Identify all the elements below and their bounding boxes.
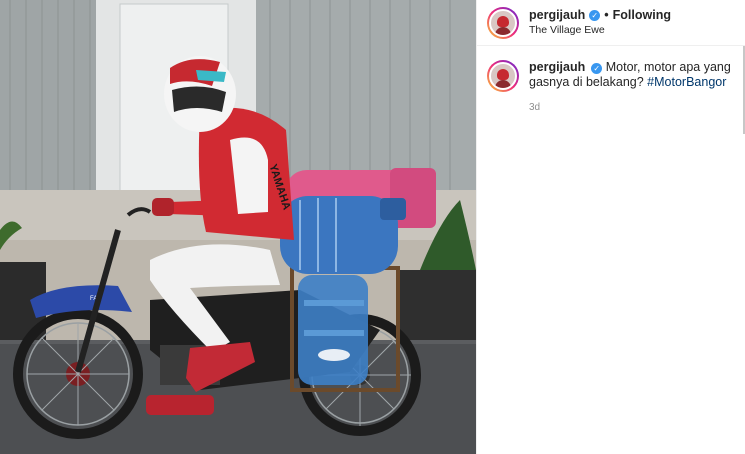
caption-body: pergijauh ✓ Motor, motor apa yang gasnya … xyxy=(519,60,739,134)
post-time[interactable]: 3d xyxy=(529,102,739,113)
caption-avatar[interactable] xyxy=(487,60,519,92)
location-link[interactable]: The Village Ewe xyxy=(529,23,671,38)
caption-verified-icon: ✓ xyxy=(591,63,603,74)
photo-illustration: FAN xyxy=(0,0,476,454)
separator-dot: • xyxy=(604,7,609,22)
post-header: pergijauh ✓ • Following The Village Ewe xyxy=(477,0,745,46)
verified-badge-icon: ✓ xyxy=(589,9,601,21)
caption-username[interactable]: pergijauh xyxy=(529,60,585,74)
avatar[interactable] xyxy=(487,6,519,39)
avatar-image xyxy=(489,8,517,37)
header-row: pergijauh ✓ • Following xyxy=(529,8,671,23)
header-text: pergijauh ✓ • Following The Village Ewe xyxy=(529,8,671,38)
username-link[interactable]: pergijauh xyxy=(529,8,585,23)
post-photo[interactable]: FAN xyxy=(0,0,476,454)
caption-text: pergijauh ✓ Motor, motor apa yang gasnya … xyxy=(529,60,739,90)
hashtag-link[interactable]: #MotorBangor xyxy=(647,75,726,89)
comments-section[interactable]: pergijauh ✓ Motor, motor apa yang gasnya … xyxy=(477,46,745,134)
following-button[interactable]: Following xyxy=(613,8,671,23)
caption-avatar-image xyxy=(489,62,517,90)
post-sidebar: pergijauh ✓ • Following The Village Ewe … xyxy=(476,0,745,454)
instagram-post: FAN xyxy=(0,0,745,454)
